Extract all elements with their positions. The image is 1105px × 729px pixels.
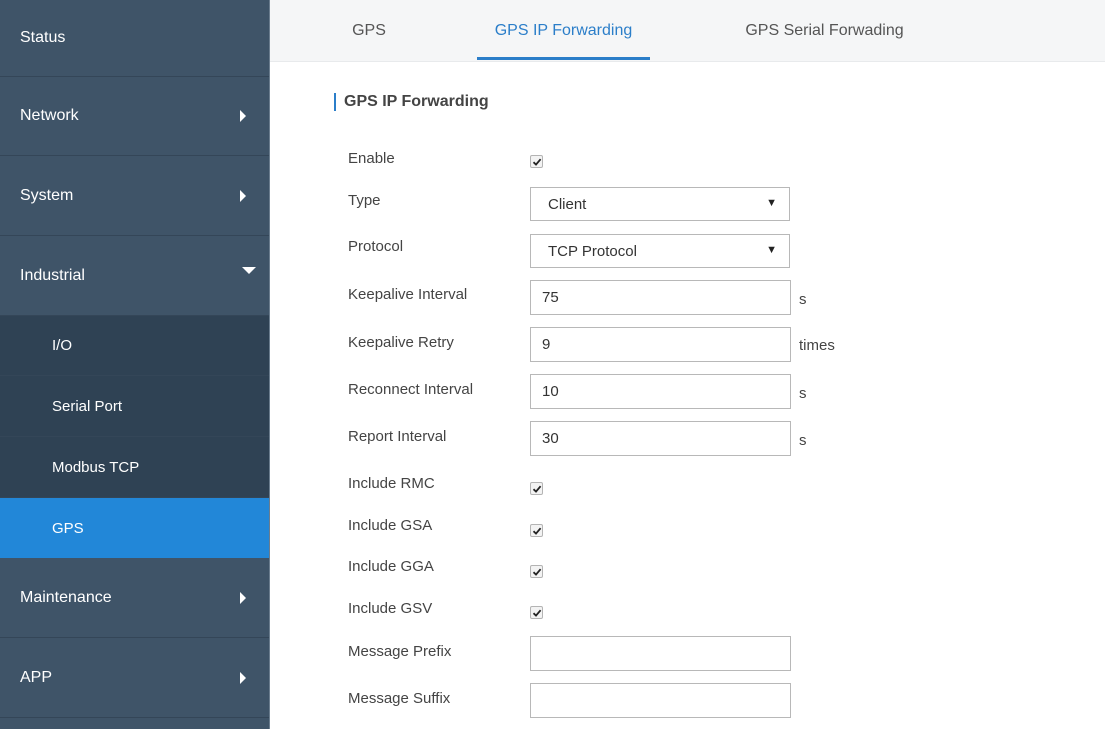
include-gsv-label: Include GSV — [348, 600, 433, 617]
caret-down-icon: ▼ — [766, 197, 777, 209]
sidebar-item-maintenance[interactable]: Maintenance — [0, 558, 270, 638]
message-suffix-input[interactable] — [530, 683, 791, 718]
sidebar-item-label: I/O — [52, 337, 73, 354]
sidebar-item-app[interactable]: APP — [0, 638, 270, 718]
message-prefix-label: Message Prefix — [348, 643, 452, 660]
chevron-down-icon — [242, 267, 256, 274]
chevron-right-icon — [240, 671, 246, 684]
tab-gps-ip-forwarding[interactable]: GPS IP Forwarding — [477, 0, 650, 61]
sidebar-item-io[interactable]: I/O — [0, 316, 270, 376]
checkmark-icon — [532, 158, 542, 166]
chevron-right-icon — [240, 189, 246, 202]
type-select[interactable]: Client ▼ — [530, 187, 790, 221]
sidebar-divider — [269, 0, 270, 729]
sidebar-item-status[interactable]: Status — [0, 0, 270, 77]
reconnect-interval-input[interactable]: 10 — [530, 374, 791, 409]
sidebar-item-industrial[interactable]: Industrial — [0, 236, 270, 316]
include-gsa-checkbox[interactable] — [530, 524, 543, 537]
tab-gps[interactable]: GPS — [344, 0, 394, 61]
checkmark-icon — [532, 568, 542, 576]
sidebar-item-system[interactable]: System — [0, 156, 270, 236]
sidebar-item-gps[interactable]: GPS — [0, 498, 270, 558]
protocol-select-value: TCP Protocol — [548, 243, 637, 260]
keepalive-retry-label: Keepalive Retry — [348, 334, 454, 351]
message-suffix-label: Message Suffix — [348, 690, 451, 707]
checkmark-icon — [532, 485, 542, 493]
sidebar-item-label: GPS — [52, 519, 84, 537]
include-gsv-checkbox[interactable] — [530, 606, 543, 619]
sidebar-item-label: Serial Port — [52, 397, 123, 415]
keepalive-interval-label: Keepalive Interval — [348, 286, 468, 303]
keepalive-retry-value: 9 — [542, 336, 551, 353]
keepalive-retry-input[interactable]: 9 — [530, 327, 791, 362]
reconnect-interval-label: Reconnect Interval — [348, 381, 474, 398]
include-gga-label: Include GGA — [348, 558, 434, 575]
keepalive-retry-unit: times — [799, 337, 835, 354]
sidebar-item-label: Status — [20, 29, 66, 46]
report-interval-input[interactable]: 30 — [530, 421, 791, 456]
enable-checkbox[interactable] — [530, 155, 543, 168]
chevron-right-icon — [240, 591, 246, 604]
sidebar-item-label: Network — [20, 107, 79, 124]
keepalive-interval-value: 75 — [542, 289, 559, 306]
sidebar-item-label: Maintenance — [20, 588, 112, 606]
report-interval-unit: s — [799, 432, 807, 449]
chevron-right-icon — [240, 110, 246, 122]
message-prefix-input[interactable] — [530, 636, 791, 671]
sidebar-item-label: APP — [20, 668, 53, 686]
section-title: GPS IP Forwarding — [334, 93, 489, 111]
caret-down-icon: ▼ — [766, 244, 777, 256]
include-rmc-label: Include RMC — [348, 475, 435, 492]
include-rmc-checkbox[interactable] — [530, 482, 543, 495]
report-interval-label: Report Interval — [348, 428, 447, 445]
type-select-value: Client — [548, 196, 587, 213]
checkmark-icon — [532, 609, 542, 617]
protocol-select[interactable]: TCP Protocol ▼ — [530, 234, 790, 268]
sidebar-item-network[interactable]: Network — [0, 77, 270, 156]
report-interval-value: 30 — [542, 430, 559, 447]
sidebar-item-label: Modbus TCP — [52, 458, 140, 476]
include-gga-checkbox[interactable] — [530, 565, 543, 578]
tab-gps-serial-forwarding[interactable]: GPS Serial Forwading — [722, 0, 927, 61]
tab-bar: GPS GPS IP Forwarding GPS Serial Forwadi… — [270, 0, 1105, 62]
protocol-label: Protocol — [348, 238, 404, 255]
sidebar: Status Network System Industrial I/O Ser… — [0, 0, 270, 729]
sidebar-item-serial-port[interactable]: Serial Port — [0, 376, 270, 437]
keepalive-interval-input[interactable]: 75 — [530, 280, 791, 315]
sidebar-item-label: Industrial — [20, 266, 85, 284]
keepalive-interval-unit: s — [799, 291, 807, 308]
include-gsa-label: Include GSA — [348, 517, 433, 534]
sidebar-item-modbus-tcp[interactable]: Modbus TCP — [0, 437, 270, 498]
checkmark-icon — [532, 527, 542, 535]
enable-label: Enable — [348, 150, 395, 167]
sidebar-item-label: System — [20, 186, 74, 204]
reconnect-interval-value: 10 — [542, 383, 559, 400]
type-label: Type — [348, 192, 381, 209]
reconnect-interval-unit: s — [799, 385, 807, 402]
